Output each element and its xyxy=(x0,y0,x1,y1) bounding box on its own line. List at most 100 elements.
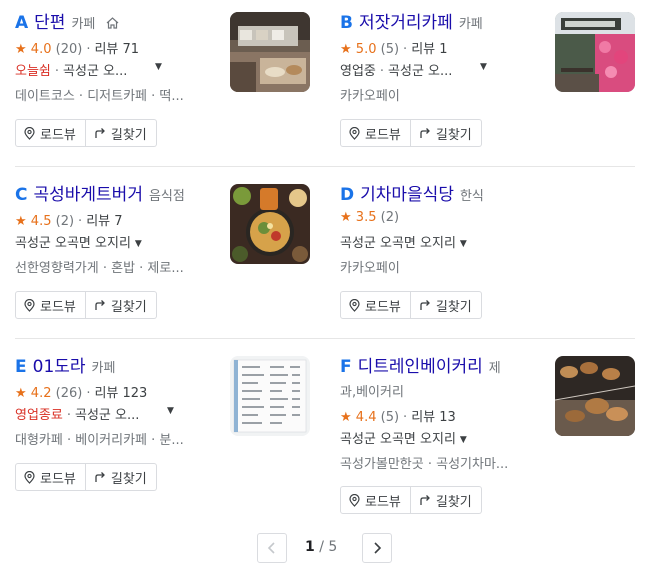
address-row[interactable]: 곡성군 오곡면 오지리 ▼ xyxy=(340,232,555,251)
place-thumbnail[interactable] xyxy=(555,356,635,436)
address-row[interactable]: 오늘쉼 · 곡성군 오... ▼ xyxy=(15,60,230,79)
directions-button[interactable]: 길찾기 xyxy=(85,463,157,491)
storefront-photo xyxy=(555,12,635,92)
place-card-f: F 디트레인베이커리 제 과,베이커리 ★ 4.4 (5) · 리뷰 13 곡성군 오곡… xyxy=(340,356,645,514)
roadview-label: 로드뷰 xyxy=(365,494,401,510)
place-title-row: F 디트레인베이커리 제 과,베이커리 xyxy=(340,356,550,404)
place-name-link[interactable]: 저잣거리카페 xyxy=(359,13,453,33)
chevron-down-icon[interactable]: ▼ xyxy=(135,239,142,249)
directions-label: 길찾기 xyxy=(110,471,147,487)
place-thumbnail[interactable] xyxy=(555,12,635,92)
action-buttons: 로드뷰 길찾기 xyxy=(340,119,482,147)
previous-page-button[interactable] xyxy=(257,533,287,563)
roadview-button[interactable]: 로드뷰 xyxy=(340,291,411,319)
directions-button[interactable]: 길찾기 xyxy=(410,486,482,514)
review-link[interactable]: 리뷰 1 xyxy=(411,42,447,57)
directions-arrow-icon xyxy=(420,128,430,138)
place-letter-marker: E xyxy=(15,357,27,377)
place-category-continued: 과,베이커리 xyxy=(340,385,404,400)
action-buttons: 로드뷰 길찾기 xyxy=(340,486,482,514)
home-icon xyxy=(106,17,119,29)
place-thumbnail[interactable] xyxy=(230,12,310,92)
hours-status: 오늘쉼 xyxy=(15,64,51,79)
rating-score: 4.5 xyxy=(30,214,52,229)
place-category: 카페 xyxy=(91,361,116,376)
star-icon: ★ xyxy=(340,210,352,225)
place-name-link[interactable]: 곡성바게트버거 xyxy=(33,185,142,205)
review-link[interactable]: 리뷰 13 xyxy=(411,410,456,425)
roadview-button[interactable]: 로드뷰 xyxy=(340,119,411,147)
address-row[interactable]: 곡성군 오곡면 오지리 ▼ xyxy=(15,232,230,251)
place-name-link[interactable]: 디트레인베이커리 xyxy=(358,357,483,377)
roadview-label: 로드뷰 xyxy=(365,299,401,315)
korean-food-photo xyxy=(230,184,310,264)
place-title-row: E 01도라 카페 xyxy=(15,356,225,380)
directions-button[interactable]: 길찾기 xyxy=(410,291,482,319)
chevron-down-icon[interactable]: ▼ xyxy=(167,406,174,416)
rating-row: ★ 3.5 (2) xyxy=(340,210,399,225)
hours-status: 영업중 xyxy=(340,64,376,79)
place-name-link[interactable]: 단편 xyxy=(34,13,65,33)
address-row[interactable]: 곡성군 오곡면 오지리 ▼ xyxy=(340,428,555,447)
address-row[interactable]: 영업중 · 곡성군 오... ▼ xyxy=(340,60,555,79)
rating-score: 4.0 xyxy=(30,42,52,57)
rating-count: (2) xyxy=(380,210,400,225)
rating-row: ★ 4.4 (5) · 리뷰 13 xyxy=(340,410,456,425)
total-pages: 5 xyxy=(328,539,338,555)
page-indicator: 1 / 5 xyxy=(305,539,337,555)
place-name-link[interactable]: 기차마을식당 xyxy=(360,185,454,205)
map-pin-icon xyxy=(24,126,35,140)
directions-label: 길찾기 xyxy=(435,299,472,315)
place-category: 카페 xyxy=(458,17,483,32)
roadview-button[interactable]: 로드뷰 xyxy=(340,486,411,514)
rating-count: (20) xyxy=(55,42,83,57)
rating-count: (26) xyxy=(55,386,83,401)
chevron-down-icon[interactable]: ▼ xyxy=(480,62,487,72)
directions-label: 길찾기 xyxy=(435,494,472,510)
place-thumbnail[interactable] xyxy=(230,184,310,264)
menu-board-photo xyxy=(230,356,310,436)
address-row[interactable]: 영업종료 · 곡성군 오... ▼ xyxy=(15,404,230,423)
roadview-button[interactable]: 로드뷰 xyxy=(15,119,86,147)
place-letter-marker: C xyxy=(15,185,28,205)
chevron-down-icon[interactable]: ▼ xyxy=(155,62,162,72)
chevron-right-icon xyxy=(374,542,382,554)
directions-button[interactable]: 길찾기 xyxy=(410,119,482,147)
review-link[interactable]: 리뷰 7 xyxy=(86,214,122,229)
next-page-button[interactable] xyxy=(362,533,392,563)
rating-row: ★ 4.2 (26) · 리뷰 123 xyxy=(15,386,148,401)
place-card-c: C 곡성바게트버거 음식점 ★ 4.5 (2) · 리뷰 7 곡성군 오곡면 오지리 ▼ … xyxy=(15,184,320,334)
directions-button[interactable]: 길찾기 xyxy=(85,119,157,147)
chevron-down-icon[interactable]: ▼ xyxy=(460,239,467,249)
directions-label: 길찾기 xyxy=(110,127,147,143)
place-category: 한식 xyxy=(459,189,484,204)
roadview-label: 로드뷰 xyxy=(40,127,76,143)
place-description: 곡성가볼만한곳 · 곡성기차마... xyxy=(340,457,509,472)
address-text: 곡성군 오곡면 오지리 xyxy=(340,432,456,447)
roadview-button[interactable]: 로드뷰 xyxy=(15,291,86,319)
directions-button[interactable]: 길찾기 xyxy=(85,291,157,319)
address-text: 곡성군 오... xyxy=(74,408,140,423)
directions-arrow-icon xyxy=(95,472,105,482)
rating-count: (5) xyxy=(380,410,400,425)
rating-score: 5.0 xyxy=(355,42,377,57)
directions-arrow-icon xyxy=(420,495,430,505)
directions-arrow-icon xyxy=(95,300,105,310)
place-title-row: B 저잣거리카페 카페 xyxy=(340,12,550,36)
roadview-button[interactable]: 로드뷰 xyxy=(15,463,86,491)
chevron-down-icon[interactable]: ▼ xyxy=(460,435,467,445)
rating-row: ★ 4.5 (2) · 리뷰 7 xyxy=(15,214,123,229)
place-description: 대형카페 · 베이커리카페 · 분... xyxy=(15,433,184,448)
page-separator: / xyxy=(319,539,324,555)
star-icon: ★ xyxy=(340,42,352,57)
star-icon: ★ xyxy=(15,386,27,401)
action-buttons: 로드뷰 길찾기 xyxy=(15,291,157,319)
current-page: 1 xyxy=(305,539,315,555)
directions-label: 길찾기 xyxy=(435,127,472,143)
rating-count: (2) xyxy=(55,214,75,229)
review-link[interactable]: 리뷰 123 xyxy=(94,386,147,401)
place-name-link[interactable]: 01도라 xyxy=(33,357,86,377)
review-link[interactable]: 리뷰 71 xyxy=(94,42,139,57)
map-pin-icon xyxy=(24,298,35,312)
place-thumbnail[interactable] xyxy=(230,356,310,436)
